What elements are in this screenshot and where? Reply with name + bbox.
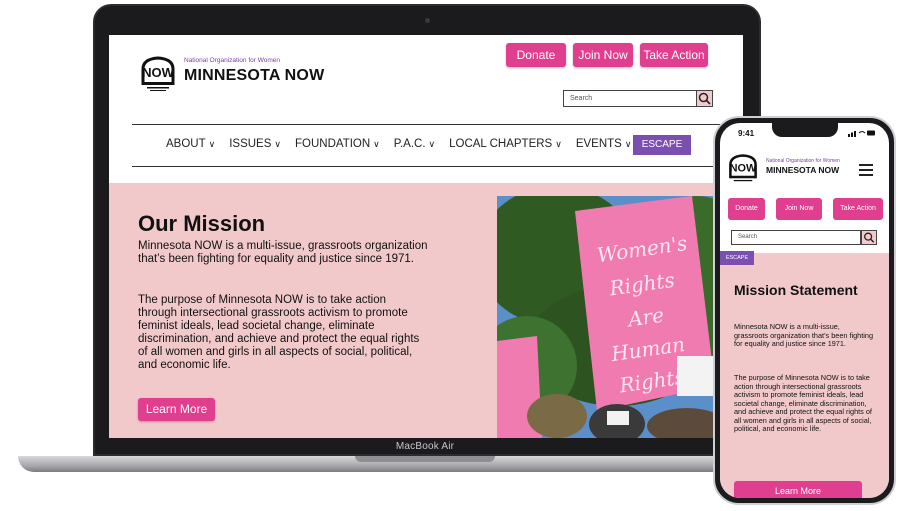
laptop-camera <box>425 18 430 23</box>
mission-paragraph-2: The purpose of Minnesota NOW is to take … <box>138 294 420 371</box>
nav-item-local-chapters[interactable]: LOCAL CHAPTERS ∨ <box>449 138 562 150</box>
status-time: 9:41 <box>738 129 755 138</box>
search-icon[interactable] <box>861 230 877 245</box>
nav-label: ISSUES <box>229 138 272 150</box>
chevron-down-icon: ∨ <box>555 139 562 149</box>
mission-title: Our Mission <box>138 211 266 236</box>
mission-paragraph-2: The purpose of Minnesota NOW is to take … <box>734 373 872 433</box>
nav-label: LOCAL CHAPTERS <box>449 138 553 150</box>
svg-text:NOW: NOW <box>730 163 757 175</box>
nav-item-events[interactable]: EVENTS ∨ <box>576 138 632 150</box>
chevron-down-icon: ∨ <box>373 139 380 149</box>
chevron-down-icon: ∨ <box>624 139 632 149</box>
take-action-button[interactable]: Take Action <box>640 43 708 67</box>
mission-paragraph-1: Minnesota NOW is a multi-issue, grassroo… <box>138 240 428 265</box>
escape-button[interactable]: ESCAPE <box>633 135 691 155</box>
main-nav: ABOUT ∨ ISSUES ∨ FOUNDATION ∨ P.A.C. ∨ LOCAL… <box>166 138 645 150</box>
mission-title: Mission Statement <box>734 282 858 298</box>
brand-title[interactable]: MINNESOTA NOW <box>766 165 839 175</box>
now-logo-icon[interactable]: NOW <box>139 55 177 93</box>
nav-item-about[interactable]: ABOUT ∨ <box>166 138 215 150</box>
brand-title[interactable]: MINNESOTA NOW <box>184 67 324 85</box>
chevron-down-icon: ∨ <box>208 139 216 149</box>
join-now-button[interactable]: Join Now <box>573 43 633 67</box>
svg-text:NOW: NOW <box>142 65 175 80</box>
search-icon[interactable] <box>696 90 713 107</box>
chevron-down-icon: ∨ <box>274 139 281 149</box>
nav-item-issues[interactable]: ISSUES ∨ <box>229 138 281 150</box>
nav-label: ABOUT <box>166 138 206 150</box>
protest-photo: Women's Rights Are Human Rights <box>497 196 743 438</box>
donate-button[interactable]: Donate <box>728 198 765 220</box>
escape-button[interactable]: ESCAPE <box>720 251 754 265</box>
status-icons <box>848 129 876 137</box>
learn-more-button[interactable]: Learn More <box>734 481 862 498</box>
now-logo-icon[interactable]: NOW <box>727 153 759 185</box>
nav-item-pac[interactable]: P.A.C. ∨ <box>394 138 435 150</box>
nav-divider-bottom <box>132 166 722 167</box>
phone-notch <box>772 123 838 137</box>
chevron-down-icon: ∨ <box>428 139 436 149</box>
mission-paragraph-1: Minnesota NOW is a multi-issue, grassroo… <box>734 322 874 348</box>
hamburger-menu-icon[interactable] <box>859 164 873 176</box>
nav-item-foundation[interactable]: FOUNDATION ∨ <box>295 138 380 150</box>
nav-divider-top <box>132 124 722 125</box>
nav-label: FOUNDATION <box>295 138 371 150</box>
org-name: National Organization for Women <box>766 158 840 164</box>
search-input[interactable]: Search <box>731 230 861 245</box>
join-now-button[interactable]: Join Now <box>776 198 822 220</box>
donate-button[interactable]: Donate <box>506 43 566 67</box>
laptop-screen: NOW National Organization for Women MINN… <box>109 35 743 438</box>
org-name: National Organization for Women <box>184 57 280 64</box>
device-label: MacBook Air <box>395 441 455 452</box>
learn-more-button[interactable]: Learn More <box>138 398 215 421</box>
search-input[interactable]: Search <box>563 90 713 107</box>
phone-screen: 9:41 NOW National Organization for Women… <box>720 123 889 498</box>
nav-label: P.A.C. <box>393 138 426 150</box>
nav-label: EVENTS <box>575 138 622 150</box>
take-action-button[interactable]: Take Action <box>833 198 883 220</box>
laptop-hinge-notch <box>355 456 495 462</box>
